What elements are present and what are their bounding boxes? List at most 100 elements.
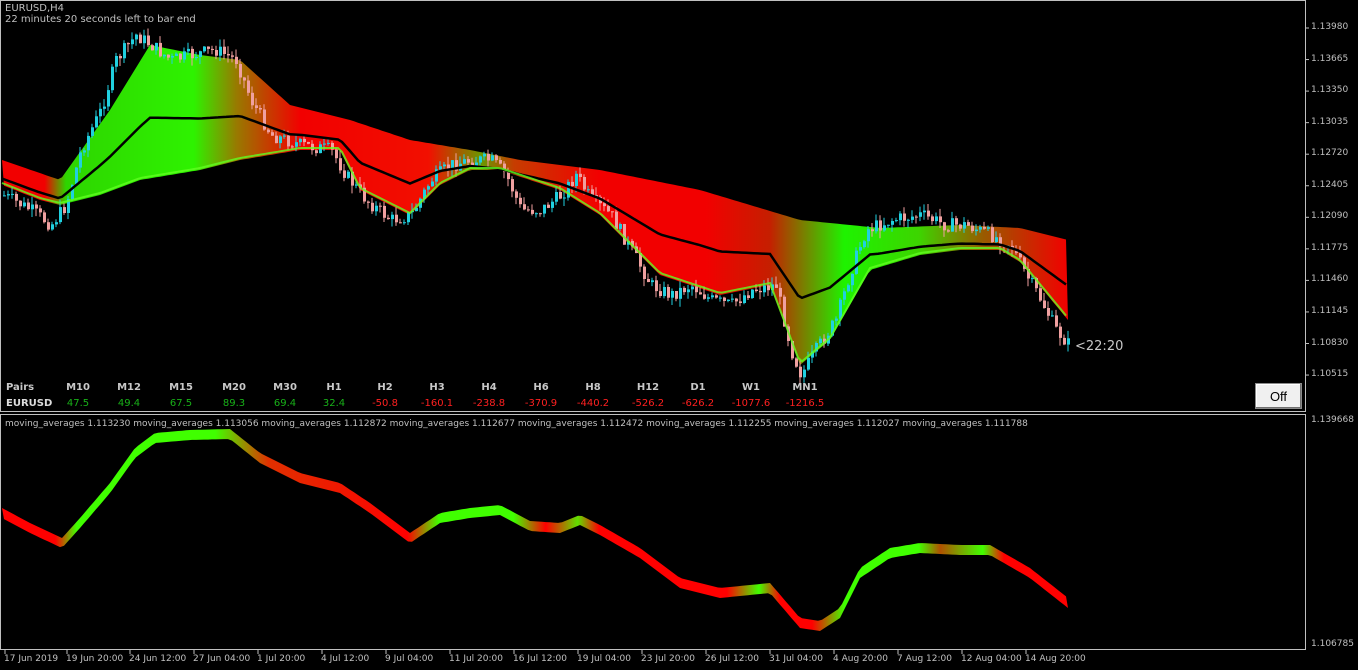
candle-body <box>903 213 906 221</box>
candle-body <box>779 287 782 297</box>
candle-body <box>399 222 402 224</box>
candle-body <box>575 173 578 186</box>
candle-body <box>171 56 174 58</box>
candle-body <box>883 225 886 231</box>
candle-body <box>283 135 286 137</box>
time-axis-label: 4 Jul 12:00 <box>321 654 370 664</box>
candle-body <box>799 366 802 378</box>
candle-body <box>223 46 226 54</box>
dashboard-strength-value: -626.2 <box>681 398 715 409</box>
dashboard-timeframe-header: M15 <box>169 382 193 393</box>
candle-body <box>207 46 210 49</box>
candle-body <box>251 92 254 106</box>
candle-body <box>123 43 126 59</box>
candle-body <box>559 192 562 199</box>
ma-ribbon-fill <box>2 45 1068 365</box>
dashboard-timeframe-header: H3 <box>429 382 445 393</box>
dashboard-timeframe-header: H12 <box>636 382 660 393</box>
candle-body <box>3 195 6 197</box>
candle-body <box>335 149 338 159</box>
candle-body <box>299 138 302 143</box>
price-axis-label: 1.12405 <box>1311 179 1349 190</box>
candle-body <box>19 200 22 207</box>
price-axis-label: 1.13035 <box>1311 116 1349 127</box>
dashboard-timeframe-header: M12 <box>117 382 141 393</box>
dashboard-timeframe-header: H1 <box>326 382 342 393</box>
candle-body <box>547 204 550 208</box>
candle-body <box>275 135 278 144</box>
candle-body <box>47 222 50 230</box>
time-axis-label: 9 Jul 04:00 <box>385 654 434 664</box>
candle-body <box>567 181 570 198</box>
chart-canvas[interactable] <box>0 0 1358 670</box>
candle-body <box>279 136 282 144</box>
candle-body <box>615 211 618 229</box>
candle-body <box>723 297 726 301</box>
candle-body <box>751 289 754 298</box>
candle-body <box>131 39 134 45</box>
candle-body <box>383 205 386 218</box>
candle-body <box>143 35 146 44</box>
candle-body <box>695 286 698 293</box>
candle-body <box>175 53 178 56</box>
off-button[interactable]: Off <box>1255 383 1302 409</box>
time-axis-label: 31 Jul 04:00 <box>769 654 823 664</box>
candle-body <box>239 64 242 78</box>
time-axis-label: 7 Aug 12:00 <box>897 654 952 664</box>
dashboard-pair-name: EURUSD <box>6 398 53 409</box>
candle-body <box>1063 337 1066 345</box>
time-axis-label: 4 Aug 20:00 <box>833 654 888 664</box>
candle-body <box>795 358 798 367</box>
candle-body <box>859 247 862 251</box>
candle-body <box>51 224 54 230</box>
candle-body <box>515 191 518 198</box>
time-axis-label: 1 Jul 20:00 <box>257 654 306 664</box>
dashboard-timeframe-header: H8 <box>585 382 601 393</box>
candle-body <box>7 194 10 196</box>
candle-body <box>587 189 590 191</box>
sub-window-frame <box>0 414 1306 650</box>
dashboard-strength-value: -1216.5 <box>785 398 825 409</box>
price-axis-label: 1.12090 <box>1311 211 1349 222</box>
candle-body <box>651 280 654 283</box>
candle-body <box>267 129 270 133</box>
dashboard-strength-value: 32.4 <box>322 398 346 409</box>
candle-body <box>219 46 222 56</box>
candle-body <box>867 229 870 242</box>
candle-body <box>483 153 486 157</box>
candle-body <box>15 193 18 201</box>
candle-body <box>491 155 494 161</box>
price-axis-label: 1.11775 <box>1311 242 1349 253</box>
candle-body <box>23 202 26 207</box>
time-axis-label: 19 Jul 04:00 <box>577 654 631 664</box>
candle-body <box>395 214 398 223</box>
dashboard-timeframe-header: H6 <box>533 382 549 393</box>
candle-body <box>211 48 214 50</box>
dashboard-strength-value: 47.5 <box>66 398 90 409</box>
candle-body <box>235 56 238 64</box>
candle-body <box>195 57 198 59</box>
chart-window: EURUSD,H4 22 minutes 20 seconds left to … <box>0 0 1358 670</box>
time-axis-label: 19 Jun 20:00 <box>66 654 124 664</box>
candle-body <box>519 197 522 205</box>
dashboard-strength-value: 49.4 <box>117 398 141 409</box>
candle-body <box>479 156 482 163</box>
candle-body <box>551 201 554 208</box>
candle-body <box>991 227 994 242</box>
candle-body <box>915 216 918 218</box>
candle-body <box>95 116 98 128</box>
candle-body <box>891 221 894 225</box>
dashboard-timeframe-header: H4 <box>481 382 497 393</box>
dashboard-strength-value: -440.2 <box>576 398 610 409</box>
candle-body <box>835 318 838 321</box>
candle-body <box>91 127 94 136</box>
candle-body <box>295 142 298 147</box>
candle-body <box>467 159 470 163</box>
candle-body <box>719 297 722 299</box>
time-axis-label: 23 Jul 20:00 <box>641 654 695 664</box>
candle-body <box>967 222 970 226</box>
candle-body <box>803 369 806 378</box>
candle-body <box>115 56 118 67</box>
candle-body <box>99 108 102 117</box>
candle-body <box>463 159 466 164</box>
